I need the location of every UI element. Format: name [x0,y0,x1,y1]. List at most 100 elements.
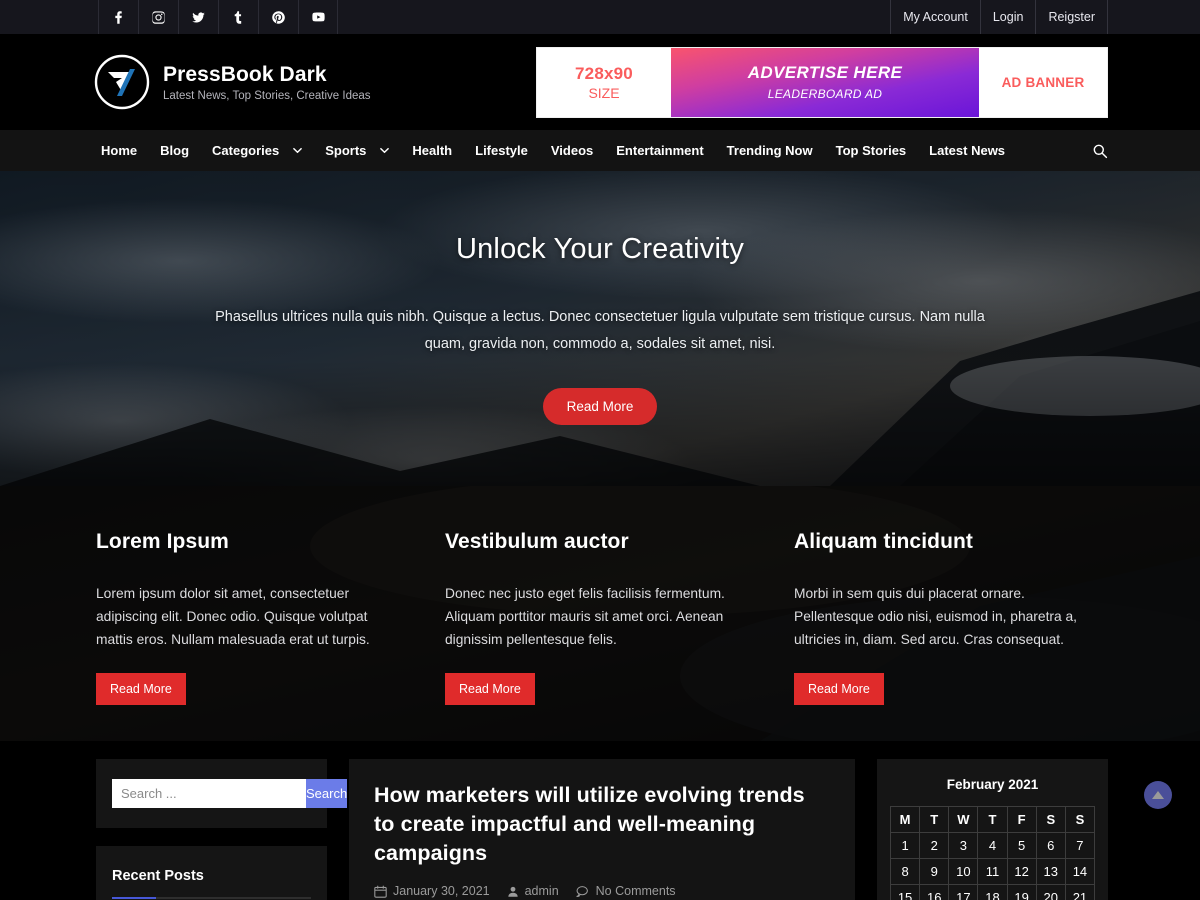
calendar-caption: February 2021 [946,777,1039,792]
feature-text: Lorem ipsum dolor sit amet, consectetuer… [96,586,370,647]
feature-read-more-button[interactable]: Read More [794,673,884,705]
calendar-week-row: 8 9 10 11 12 13 14 [889,858,1096,885]
nav-item-home[interactable]: Home [101,143,137,158]
calendar-day-cell[interactable]: 10 [948,858,979,885]
post-meta: January 30, 2021 admin No Comments [374,884,830,898]
search-submit-button[interactable]: Search [306,779,348,808]
site-header: PressBook Dark Latest News, Top Stories,… [0,34,1200,130]
nav-label: Blog [160,143,190,158]
nav-label: Health [412,143,453,158]
calendar-day-cell[interactable]: 11 [977,858,1008,885]
left-sidebar: Search Recent Posts [96,759,348,900]
calendar-day-cell[interactable]: 7 [1064,832,1096,859]
hero-read-more-button[interactable]: Read More [542,387,658,425]
search-input[interactable] [112,779,306,808]
nav-item-videos[interactable]: Videos [551,143,593,158]
feature-read-more-button[interactable]: Read More [96,673,186,705]
calendar-day-cell[interactable]: 6 [1035,832,1066,859]
right-sidebar: February 2021 M T W T F S S 1 2 3 4 5 6 … [877,759,1108,900]
nav-label: Latest News [929,143,1006,158]
nav-item-top-stories[interactable]: Top Stories [836,143,907,158]
nav-items: Home Blog Categories Sports Health Lifes… [101,143,1028,158]
chevron-down-icon[interactable] [380,146,390,155]
nav-item-lifestyle[interactable]: Lifestyle [475,143,528,158]
youtube-icon[interactable] [298,0,338,34]
calendar-day-cell[interactable]: 13 [1035,858,1066,885]
nav-label: Videos [550,143,594,158]
arrow-up-icon [1152,791,1164,799]
calendar-day-cell[interactable]: 8 [889,858,921,885]
calendar-day-cell[interactable]: 19 [1006,884,1037,900]
calendar-day-header: T [919,806,950,833]
post-card: How marketers will utilize evolving tren… [349,759,855,900]
nav-item-latest-news[interactable]: Latest News [929,143,1005,158]
calendar-day-cell[interactable]: 20 [1035,884,1066,900]
calendar-day-cell[interactable]: 3 [948,832,979,859]
comment-icon [576,885,588,897]
social-links [98,0,338,34]
calendar-day-cell[interactable]: 2 [919,832,950,859]
calendar-day-cell[interactable]: 16 [919,884,950,900]
hero-description: Phasellus ultrices nulla quis nibh. Quis… [215,308,985,352]
calendar-icon [374,885,387,898]
nav-item-entertainment[interactable]: Entertainment [616,143,703,158]
calendar-day-cell[interactable]: 12 [1006,858,1037,885]
calendar-week-row: 15 16 17 18 19 20 21 [889,884,1096,900]
facebook-icon[interactable] [98,0,138,34]
post-date[interactable]: January 30, 2021 [374,884,490,898]
hero-title: Unlock Your Creativity [455,232,745,265]
search-icon[interactable] [1092,143,1108,159]
calendar-day-cell[interactable]: 9 [919,858,950,885]
account-link-register[interactable]: Reigster [1035,0,1108,34]
search-widget: Search [96,759,348,828]
account-link-my-account[interactable]: My Account [890,0,980,34]
post-author-text: admin [524,884,559,898]
tumblr-icon[interactable] [218,0,258,34]
recent-posts-widget: Recent Posts [96,846,327,900]
feature-card: Vestibulum auctor Donec nec justo eget f… [445,530,741,705]
nav-item-sports[interactable]: Sports [325,143,390,158]
feature-title: Lorem Ipsum [96,530,229,553]
calendar-day-cell[interactable]: 15 [889,884,921,900]
brand[interactable]: PressBook Dark Latest News, Top Stories,… [94,54,371,110]
ad-size-label: SIZE [588,84,620,101]
ad-subheadline: LEADERBOARD AD [767,87,883,101]
chevron-down-icon[interactable] [293,146,303,155]
nav-item-trending-now[interactable]: Trending Now [727,143,813,158]
nav-item-blog[interactable]: Blog [160,143,189,158]
scroll-to-top-button[interactable] [1144,781,1172,809]
ad-banner-label-block: AD BANNER [979,47,1107,117]
pinterest-icon[interactable] [258,0,298,34]
nav-label: Top Stories [835,143,907,158]
calendar-day-cell[interactable]: 18 [977,884,1008,900]
calendar-day-cell[interactable]: 5 [1006,832,1037,859]
calendar-header-row: M T W T F S S [889,806,1096,833]
leaderboard-ad-banner[interactable]: 728x90 SIZE ADVERTISE HERE LEADERBOARD A… [536,46,1108,118]
instagram-icon[interactable] [138,0,178,34]
feature-card: Lorem Ipsum Lorem ipsum dolor sit amet, … [96,530,392,705]
post-comments-text: No Comments [595,884,676,898]
calendar-day-header: S [1035,806,1066,833]
calendar-day-cell[interactable]: 4 [977,832,1008,859]
nav-item-categories[interactable]: Categories [212,143,303,158]
calendar-day-cell[interactable]: 1 [889,832,921,859]
widget-divider [112,897,311,899]
post-author[interactable]: admin [507,884,559,898]
calendar-day-cell[interactable]: 14 [1064,858,1096,885]
nav-label: Entertainment [616,143,704,158]
twitter-icon[interactable] [178,0,218,34]
calendar-day-cell[interactable]: 21 [1064,884,1096,900]
nav-item-health[interactable]: Health [412,143,452,158]
feature-read-more-button[interactable]: Read More [445,673,535,705]
post-title[interactable]: How marketers will utilize evolving tren… [374,781,830,868]
feature-text: Donec nec justo eget felis facilisis fer… [445,586,725,647]
calendar-table: M T W T F S S 1 2 3 4 5 6 7 8 9 10 11 12… [889,806,1096,900]
post-comments[interactable]: No Comments [576,884,676,898]
top-bar: My Account Login Reigster [0,0,1200,34]
calendar-day-cell[interactable]: 17 [948,884,979,900]
content-area: Search Recent Posts How marketers will u… [0,741,1200,900]
feature-card: Aliquam tincidunt Morbi in sem quis dui … [794,530,1090,705]
logo-icon [94,54,150,110]
ad-size-block: 728x90 SIZE [537,47,671,117]
account-link-login[interactable]: Login [979,0,1036,34]
